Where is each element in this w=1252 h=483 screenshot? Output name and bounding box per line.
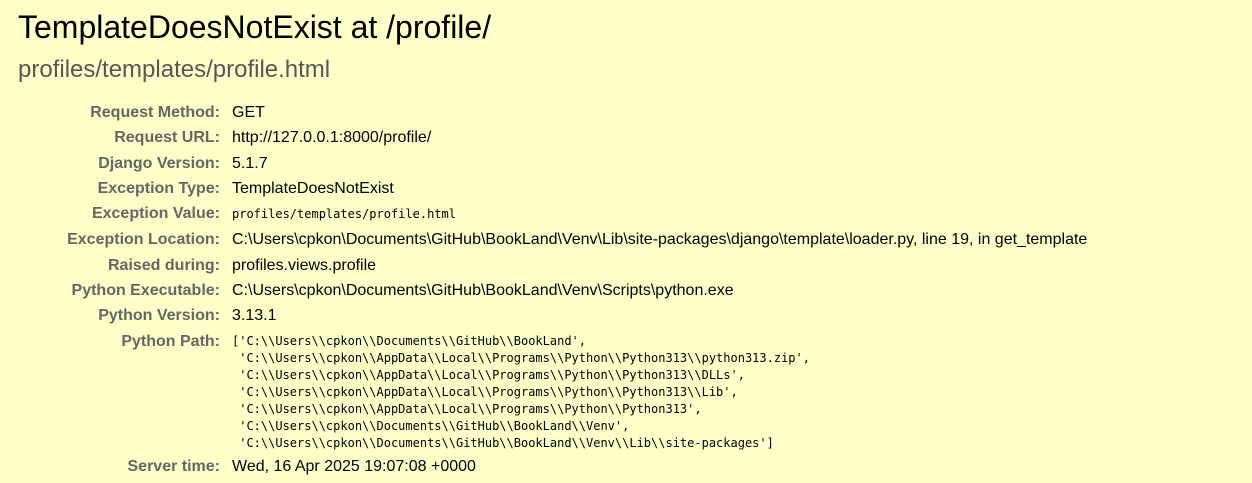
meta-row-raised-during: Raised during: profiles.views.profile [18, 253, 1087, 278]
error-summary: TemplateDoesNotExist at /profile/ profil… [0, 0, 1252, 479]
request-method-value: GET [232, 104, 265, 121]
meta-row-request-method: Request Method: GET [18, 100, 1087, 125]
django-version-value: 5.1.7 [232, 154, 268, 172]
exception-type-label: Exception Type: [97, 179, 220, 197]
server-time-value: Wed, 16 Apr 2025 19:07:08 +0000 [232, 457, 476, 475]
meta-row-python-path: Python Path: ['C:\\Users\\cpkon\\Documen… [18, 329, 1087, 454]
meta-row-python-executable: Python Executable: C:\Users\cpkon\Docume… [18, 278, 1087, 303]
page-subtitle: profiles/templates/profile.html [18, 56, 331, 83]
django-version-label: Django Version: [98, 154, 220, 172]
request-method-label: Request Method: [90, 104, 220, 121]
exception-location-value: C:\Users\cpkon\Documents\GitHub\BookLand… [232, 231, 1088, 249]
meta-row-exception-location: Exception Location: C:\Users\cpkon\Docum… [18, 227, 1087, 252]
request-url-value: http://127.0.0.1:8000/profile/ [232, 129, 432, 147]
python-executable-label: Python Executable: [71, 282, 220, 300]
python-version-label: Python Version: [98, 307, 220, 325]
meta-row-exception-type: Exception Type: TemplateDoesNotExist [18, 176, 1087, 201]
exception-location-label: Exception Location: [67, 231, 220, 249]
meta-row-python-version: Python Version: 3.13.1 [18, 303, 1087, 328]
raised-during-label: Raised during: [107, 256, 220, 274]
meta-row-django-version: Django Version: 5.1.7 [18, 151, 1087, 176]
meta-row-exception-value: Exception Value: profiles/templates/prof… [18, 201, 1087, 227]
exception-value-label: Exception Value: [91, 205, 220, 223]
request-meta-table: Request Method: GET Request URL: http://… [18, 100, 1087, 479]
python-path-value: ['C:\\Users\\cpkon\\Documents\\GitHub\\B… [232, 333, 810, 450]
python-version-value: 3.13.1 [232, 307, 277, 325]
meta-row-request-url: Request URL: http://127.0.0.1:8000/profi… [18, 125, 1087, 150]
request-url-label: Request URL: [114, 129, 220, 147]
server-time-label: Server time: [127, 457, 221, 475]
exception-value-cell: profiles/templates/profile.html [232, 201, 1087, 227]
python-executable-value: C:\Users\cpkon\Documents\GitHub\BookLand… [232, 282, 734, 300]
exception-value: profiles/templates/profile.html [232, 207, 456, 222]
page-title: TemplateDoesNotExist at /profile/ [18, 9, 492, 45]
raised-during-value: profiles.views.profile [232, 256, 377, 274]
python-path-cell: ['C:\\Users\\cpkon\\Documents\\GitHub\\B… [232, 329, 1087, 454]
exception-type-value: TemplateDoesNotExist [232, 179, 394, 197]
meta-row-server-time: Server time: Wed, 16 Apr 2025 19:07:08 +… [18, 454, 1087, 479]
python-path-label: Python Path: [121, 332, 220, 350]
